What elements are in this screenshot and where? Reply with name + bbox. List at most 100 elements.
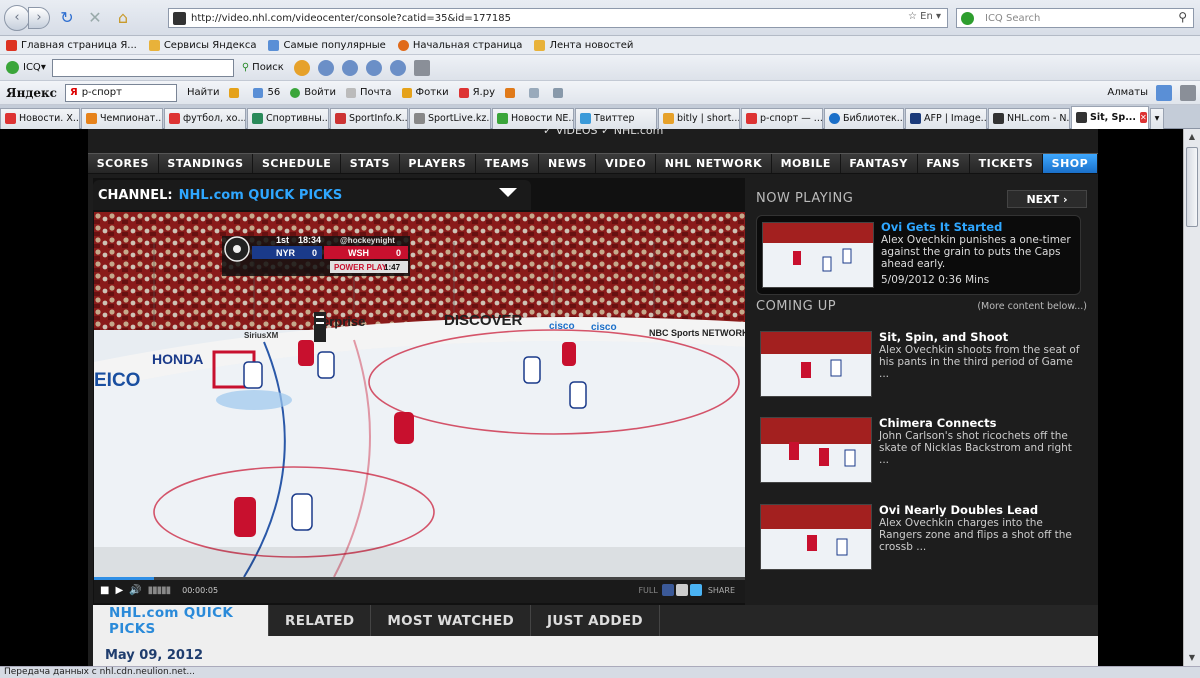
bookmark-item[interactable]: Самые популярные (268, 39, 386, 51)
counter-button[interactable]: 56 (253, 87, 280, 98)
nav-schedule[interactable]: SCHEDULE (253, 154, 342, 173)
photos-button[interactable]: Фотки (401, 87, 449, 98)
bookmark-item[interactable]: Главная страница Я... (6, 39, 137, 51)
coming-up-title[interactable]: Chimera Connects (879, 416, 996, 430)
zoom-in-icon[interactable] (317, 59, 334, 76)
nav-scores[interactable]: SCORES (88, 154, 159, 173)
tab-just-added[interactable]: JUST ADDED (531, 605, 660, 636)
play-icon[interactable]: ▶ (115, 585, 123, 596)
stop-button-icon[interactable]: ■ (100, 585, 109, 596)
city-label[interactable]: Алматы (1107, 87, 1148, 98)
bookmark-item[interactable]: Сервисы Яндекса (148, 39, 256, 51)
browser-tab-active[interactable]: Sit, Sp... ✕ (1071, 105, 1149, 129)
browser-tab[interactable]: Новости. Х... (0, 107, 80, 129)
scroll-down-icon[interactable]: ▼ (1184, 650, 1200, 666)
forward-button[interactable]: › (28, 6, 50, 29)
nav-shop[interactable]: SHOP (1042, 154, 1098, 173)
coming-up-title[interactable]: Ovi Nearly Doubles Lead (879, 503, 1038, 517)
browser-tab[interactable]: Библиотек... (824, 107, 904, 129)
vertical-scrollbar[interactable]: ▲ ▼ (1183, 129, 1200, 666)
scroll-up-icon[interactable]: ▲ (1184, 129, 1200, 145)
toolbar-icon[interactable] (293, 59, 310, 76)
browser-tab[interactable]: р-спорт — ... (741, 107, 823, 129)
volume-slider[interactable]: ▮▮▮▮▮ (148, 585, 171, 596)
browser-tab[interactable]: футбол, хо... (164, 107, 246, 129)
browser-tab[interactable]: bitly | short... (658, 107, 740, 129)
browser-tab[interactable]: Твиттер (575, 107, 657, 129)
nav-nhl-network[interactable]: NHL NETWORK (656, 154, 772, 173)
coming-up-title[interactable]: Sit, Spin, and Shoot (879, 330, 1008, 344)
search-icon[interactable]: ⚲ (1178, 10, 1187, 24)
coming-up-item[interactable]: Chimera Connects John Carlson's shot ric… (756, 413, 1091, 493)
share-button[interactable]: SHARE (708, 586, 735, 595)
dropdown-arrow-icon[interactable] (499, 188, 517, 197)
progress-bar[interactable] (94, 577, 745, 580)
tab-list-icon[interactable]: ▾ (1150, 107, 1164, 129)
weather-button[interactable] (529, 87, 543, 98)
window-icon[interactable] (1180, 84, 1196, 101)
now-playing-title[interactable]: Ovi Gets It Started (881, 220, 1002, 234)
window-icon[interactable] (1156, 84, 1172, 101)
fullscreen-button[interactable]: FULL (638, 586, 657, 595)
top-links[interactable]: ✓ VIDEOS ✓ NHL.com (543, 129, 663, 137)
extra-button[interactable] (505, 87, 519, 98)
browser-tab[interactable]: AFP | Image... (905, 107, 987, 129)
nav-fantasy[interactable]: FANTASY (841, 154, 918, 173)
close-tab-icon[interactable]: ✕ (1140, 112, 1147, 123)
video-frame[interactable]: DISCOVER cisco cisco NBC Sports NETWORK … (94, 212, 745, 577)
bookmark-star-icon[interactable]: ☆ En ▾ (908, 11, 941, 22)
browser-tab[interactable]: Чемпионат... (81, 107, 163, 129)
search-box[interactable]: ICQ Search ⚲ (956, 8, 1194, 28)
browser-tab[interactable]: Новости NE... (492, 107, 574, 129)
tab-quick-picks[interactable]: NHL.com QUICK PICKS (93, 605, 269, 637)
browser-tab[interactable]: SportInfo.K... (330, 107, 408, 129)
nav-fans[interactable]: FANS (918, 154, 970, 173)
nav-teams[interactable]: TEAMS (476, 154, 540, 173)
zoom-out-icon[interactable] (365, 59, 382, 76)
bookmark-item[interactable]: Начальная страница (397, 39, 522, 51)
tab-most-watched[interactable]: MOST WATCHED (371, 605, 532, 636)
nav-mobile[interactable]: MOBILE (772, 154, 841, 173)
nav-standings[interactable]: STANDINGS (159, 154, 254, 173)
nav-news[interactable]: NEWS (539, 154, 597, 173)
yandex-search-input[interactable]: Яр-спорт (64, 83, 177, 102)
login-button[interactable]: Войти (290, 87, 336, 98)
yandex-find-button[interactable]: Найти (187, 87, 219, 98)
twitter-icon[interactable] (689, 584, 702, 596)
settings-button[interactable] (553, 87, 567, 98)
yandex-logo[interactable]: Яндекс (6, 86, 57, 100)
address-bar[interactable]: http://video.nhl.com/videocenter/console… (168, 8, 948, 28)
now-playing-item[interactable]: Ovi Gets It Started Alex Ovechkin punish… (756, 215, 1081, 295)
scrollbar-thumb[interactable] (1186, 147, 1198, 227)
browser-tab[interactable]: SportLive.kz... (409, 107, 491, 129)
yaru-button[interactable]: Я.ру (458, 87, 495, 98)
stop-icon[interactable]: ✕ (84, 7, 106, 29)
tab-related[interactable]: RELATED (269, 605, 372, 636)
channel-selector[interactable]: CHANNEL: NHL.com QUICK PICKS (93, 180, 531, 210)
share-grid-icon[interactable] (675, 584, 688, 596)
reload-icon[interactable]: ↻ (56, 7, 78, 29)
nav-video[interactable]: VIDEO (596, 154, 656, 173)
zoom-icon[interactable] (341, 59, 358, 76)
volume-icon[interactable]: 🔊 (129, 585, 141, 596)
nav-players[interactable]: PLAYERS (400, 154, 476, 173)
icq-menu[interactable]: ICQ ▾ (6, 61, 46, 74)
next-button[interactable]: NEXT › (1007, 190, 1087, 208)
facebook-icon[interactable] (661, 584, 674, 596)
nav-stats[interactable]: STATS (341, 154, 400, 173)
browser-tab[interactable]: Спортивны... (247, 107, 329, 129)
bookmark-item[interactable]: Лента новостей (534, 39, 633, 51)
back-button[interactable]: ‹ (4, 4, 30, 31)
mail-button[interactable]: Почта (346, 87, 392, 98)
home-icon[interactable]: ⌂ (112, 7, 134, 29)
browser-tab[interactable]: NHL.com - N... (988, 107, 1070, 129)
coming-up-item[interactable]: Sit, Spin, and Shoot Alex Ovechkin shoot… (756, 327, 1091, 407)
icq-search-input[interactable] (51, 58, 234, 77)
find-button[interactable]: ⚲ Поиск (242, 62, 284, 73)
nav-tickets[interactable]: TICKETS (970, 154, 1043, 173)
more-content-link[interactable]: (More content below...) (977, 301, 1087, 312)
coming-up-item[interactable]: Ovi Nearly Doubles Lead Alex Ovechkin ch… (756, 500, 1091, 580)
bars-button[interactable] (229, 87, 243, 98)
pen-icon[interactable] (413, 59, 430, 76)
user-icon[interactable] (389, 59, 406, 76)
